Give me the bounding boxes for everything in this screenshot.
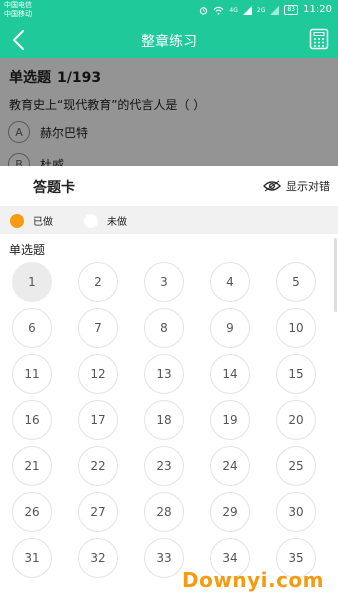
- scrollbar[interactable]: [334, 238, 337, 312]
- question-number-button[interactable]: 4: [210, 262, 250, 302]
- page-title: 整章练习: [141, 34, 197, 50]
- question-number-button[interactable]: 32: [78, 538, 118, 578]
- question-number-button[interactable]: 24: [210, 446, 250, 486]
- chevron-down-icon[interactable]: [9, 176, 25, 190]
- signal-icon: [242, 5, 252, 15]
- question-number-button[interactable]: 31: [12, 538, 52, 578]
- question-number-button[interactable]: 1: [12, 262, 52, 302]
- question-number-button[interactable]: 6: [12, 308, 52, 348]
- question-number-button[interactable]: 8: [144, 308, 184, 348]
- battery-indicator: 83: [284, 5, 298, 15]
- question-number-button[interactable]: 13: [144, 354, 184, 394]
- question-number-button[interactable]: 22: [78, 446, 118, 486]
- question-number-button[interactable]: 27: [78, 492, 118, 532]
- legend-undone: 未做: [84, 213, 127, 228]
- legend-done-label: 已做: [33, 217, 53, 228]
- question-number-button[interactable]: 15: [276, 354, 316, 394]
- legend-bar: 已做 未做: [0, 206, 338, 234]
- clock: 11:20: [303, 4, 332, 15]
- carrier-2: 中国移动: [4, 10, 32, 18]
- status-bar: 中国电信 中国移动 4G 2G 83 11:20: [0, 0, 338, 22]
- legend-undone-label: 未做: [107, 217, 127, 228]
- question-number-button[interactable]: 18: [144, 400, 184, 440]
- answer-sheet-header: 答题卡 显示对错: [0, 166, 338, 206]
- answer-sheet-title: 答题卡: [33, 180, 75, 196]
- carrier-info: 中国电信 中国移动: [4, 1, 32, 19]
- question-number-button[interactable]: 30: [276, 492, 316, 532]
- undone-dot-icon: [84, 213, 98, 228]
- question-number-button[interactable]: 16: [12, 400, 52, 440]
- show-errors-label: 显示对错: [286, 180, 330, 193]
- calculator-button[interactable]: [309, 28, 329, 50]
- alarm-icon: [200, 6, 208, 15]
- question-number-button[interactable]: 7: [78, 308, 118, 348]
- status-icons: 4G 2G 83: [199, 5, 298, 15]
- network-1-label: 4G: [229, 6, 238, 14]
- question-number-button[interactable]: 9: [210, 308, 250, 348]
- question-number-button[interactable]: 20: [276, 400, 316, 440]
- question-number-button[interactable]: 29: [210, 492, 250, 532]
- title-bar: 整章练习: [0, 22, 338, 58]
- signal-icon-2: [270, 5, 280, 15]
- question-number-button[interactable]: 14: [210, 354, 250, 394]
- question-number-button[interactable]: 19: [210, 400, 250, 440]
- question-number-button[interactable]: 17: [78, 400, 118, 440]
- show-errors-toggle[interactable]: 显示对错: [263, 178, 330, 194]
- question-number-button[interactable]: 5: [276, 262, 316, 302]
- eye-icon: [263, 180, 281, 192]
- watermark-logo: Downyi.com: [182, 568, 324, 592]
- question-number-button[interactable]: 21: [12, 446, 52, 486]
- dim-overlay[interactable]: [0, 58, 338, 168]
- wifi-icon: [214, 6, 224, 15]
- question-number-button[interactable]: 11: [12, 354, 52, 394]
- question-number-button[interactable]: 10: [276, 308, 316, 348]
- question-number-button[interactable]: 28: [144, 492, 184, 532]
- question-number-grid: 1 2 3 4 5 6 7 8 9 10 11 12 13 14 15 16 17 18 19 20 21 22 23 24 2…: [12, 262, 328, 578]
- question-number-button[interactable]: 23: [144, 446, 184, 486]
- legend-done: 已做: [10, 213, 53, 228]
- question-number-button[interactable]: 12: [78, 354, 118, 394]
- carrier-1: 中国电信: [4, 1, 32, 9]
- question-number-button[interactable]: 33: [144, 538, 184, 578]
- answer-sheet-panel: 答题卡 显示对错 已做 未做 单选题 1 2 3 4 5 6 7 8 9 10 11 12 13 14 15…: [0, 166, 338, 600]
- calculator-icon: [309, 28, 329, 50]
- question-number-button[interactable]: 25: [276, 446, 316, 486]
- question-number-button[interactable]: 3: [144, 262, 184, 302]
- done-dot-icon: [10, 213, 24, 228]
- network-2-label: 2G: [256, 6, 266, 14]
- question-number-button[interactable]: 2: [78, 262, 118, 302]
- section-label: 单选题: [9, 243, 46, 257]
- question-number-button[interactable]: 26: [12, 492, 52, 532]
